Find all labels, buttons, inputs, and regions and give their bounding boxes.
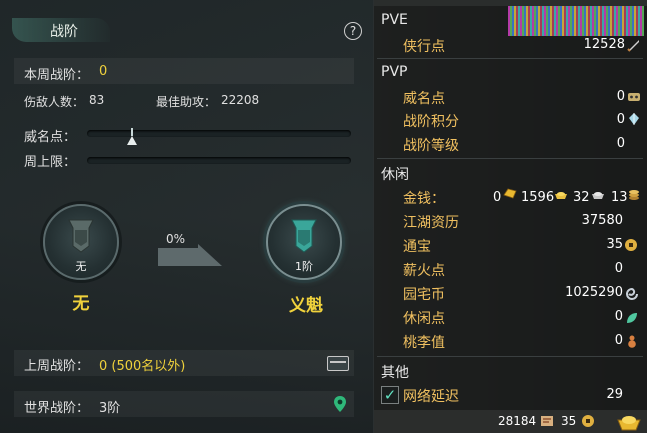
pvp-label-zhanjiedengji: 战阶等级 xyxy=(403,138,459,154)
last-week-value: 0 (500名以外) xyxy=(99,359,186,374)
pve-label-xiaxingdian: 侠行点 xyxy=(403,39,445,55)
leisure-label-yuanzhaibi: 园宅币 xyxy=(403,287,445,303)
gourd-icon xyxy=(628,335,636,348)
enemies-value: 83 xyxy=(89,93,105,107)
separator xyxy=(377,356,643,357)
leisure-value-xinhuodian: 0 xyxy=(614,261,623,276)
location-pin-icon[interactable] xyxy=(333,395,347,413)
leisure-label-xinhuodian: 薪火点 xyxy=(403,263,445,279)
color-bar xyxy=(508,6,644,36)
pvp-header: PVP xyxy=(381,64,408,80)
weekly-rank-value: 0 xyxy=(99,64,108,79)
money-copper2-value: 13 xyxy=(611,190,628,205)
money-label: 金钱： xyxy=(403,191,445,207)
leisure-value-xiuxiandian: 0 xyxy=(614,309,623,324)
panel-header: 战阶 ? xyxy=(0,0,373,44)
next-rank-sub: 1阶 xyxy=(295,260,313,273)
leisure-value-taolizhi: 0 xyxy=(614,333,623,348)
leisure-label-tongbao: 通宝 xyxy=(403,239,431,255)
rank-banner-icon xyxy=(291,219,317,253)
rank-banner-icon xyxy=(68,219,94,253)
current-rank-sub: 无 xyxy=(75,260,87,273)
weekly-cap-label: 周上限： xyxy=(24,155,77,170)
latency-checkbox[interactable]: ✓ xyxy=(381,386,399,404)
currency-panel: PVE 侠行点 12528 PVP 威名点 0 战阶积分 0 战阶等级 0 休闲… xyxy=(373,0,647,433)
latency-value: 29 xyxy=(606,387,623,402)
bottom-value-1: 28184 xyxy=(498,414,537,428)
current-rank-emblem[interactable]: 无 xyxy=(43,204,119,280)
weekly-rank-label: 本周战阶： xyxy=(24,68,90,83)
bottom-value-2: 35 xyxy=(561,414,577,428)
mask-icon xyxy=(628,93,640,101)
world-rank-value: 3阶 xyxy=(99,401,121,416)
pve-header: PVE xyxy=(381,12,408,28)
best-assist-label: 最佳助攻： xyxy=(156,95,217,109)
copper-ingot-icon xyxy=(592,192,604,199)
panel-title: 战阶 xyxy=(50,24,78,40)
leisure-label-jianghuzili: 江湖资历 xyxy=(403,215,459,231)
current-rank-name: 无 xyxy=(72,294,90,314)
money-gold-value: 0 xyxy=(493,190,502,205)
leisure-value-tongbao: 35 xyxy=(606,237,623,252)
scroll-icon xyxy=(541,416,553,426)
world-rank-label: 世界战阶： xyxy=(24,401,90,416)
pve-value-xiaxingdian: 12528 xyxy=(583,37,625,52)
bottom-bar: 28184 35 xyxy=(374,410,647,433)
pvp-label-weimingdian: 威名点 xyxy=(403,91,445,107)
swirl-icon xyxy=(626,287,638,300)
latency-label: 网络延迟 xyxy=(403,389,459,405)
separator xyxy=(377,158,643,159)
next-rank-name: 义魁 xyxy=(289,296,323,316)
best-assist-value: 22208 xyxy=(221,93,260,107)
pvp-label-zhanjiejifen: 战阶积分 xyxy=(403,114,459,130)
coin-stack-icon xyxy=(629,190,639,200)
leisure-value-jianghuzili: 37580 xyxy=(581,213,623,228)
sword-icon xyxy=(627,40,639,52)
enemies-label: 伤敌人数： xyxy=(24,95,85,109)
other-header: 其他 xyxy=(381,365,409,381)
gold-ingot-icon xyxy=(503,188,517,199)
help-button[interactable]: ? xyxy=(344,22,362,40)
pvp-value-zhanjiedengji: 0 xyxy=(616,136,625,151)
reward-chest-icon[interactable] xyxy=(327,356,349,371)
leisure-label-taolizhi: 桃李值 xyxy=(403,335,445,351)
coin-icon xyxy=(625,239,637,251)
prestige-label: 威名点： xyxy=(24,130,77,145)
rank-panel: 战阶 ? 本周战阶： 0 伤敌人数： 83 最佳助攻： 22208 威名点： 周… xyxy=(0,0,373,433)
separator xyxy=(377,58,643,59)
last-week-label: 上周战阶： xyxy=(24,359,90,374)
coin-icon xyxy=(582,415,594,427)
leaf-icon xyxy=(627,313,637,323)
prestige-progress-marker xyxy=(126,128,137,146)
gold-ingot-icon[interactable] xyxy=(616,411,642,432)
pvp-value-zhanjiejifen: 0 xyxy=(616,112,625,127)
leisure-label-xiuxiandian: 休闲点 xyxy=(403,311,445,327)
silver-ingot-icon xyxy=(555,192,567,199)
leisure-header: 休闲 xyxy=(381,167,409,183)
next-rank-emblem[interactable]: 1阶 xyxy=(266,204,342,280)
money-copper1-value: 32 xyxy=(573,190,590,205)
arrow-right-icon xyxy=(158,244,222,266)
pvp-value-weimingdian: 0 xyxy=(616,89,625,104)
weekly-cap-progress-bar xyxy=(87,157,351,164)
leisure-value-yuanzhaibi: 1025290 xyxy=(565,285,623,300)
crystal-icon xyxy=(629,113,639,125)
money-silver-value: 1596 xyxy=(521,190,555,205)
